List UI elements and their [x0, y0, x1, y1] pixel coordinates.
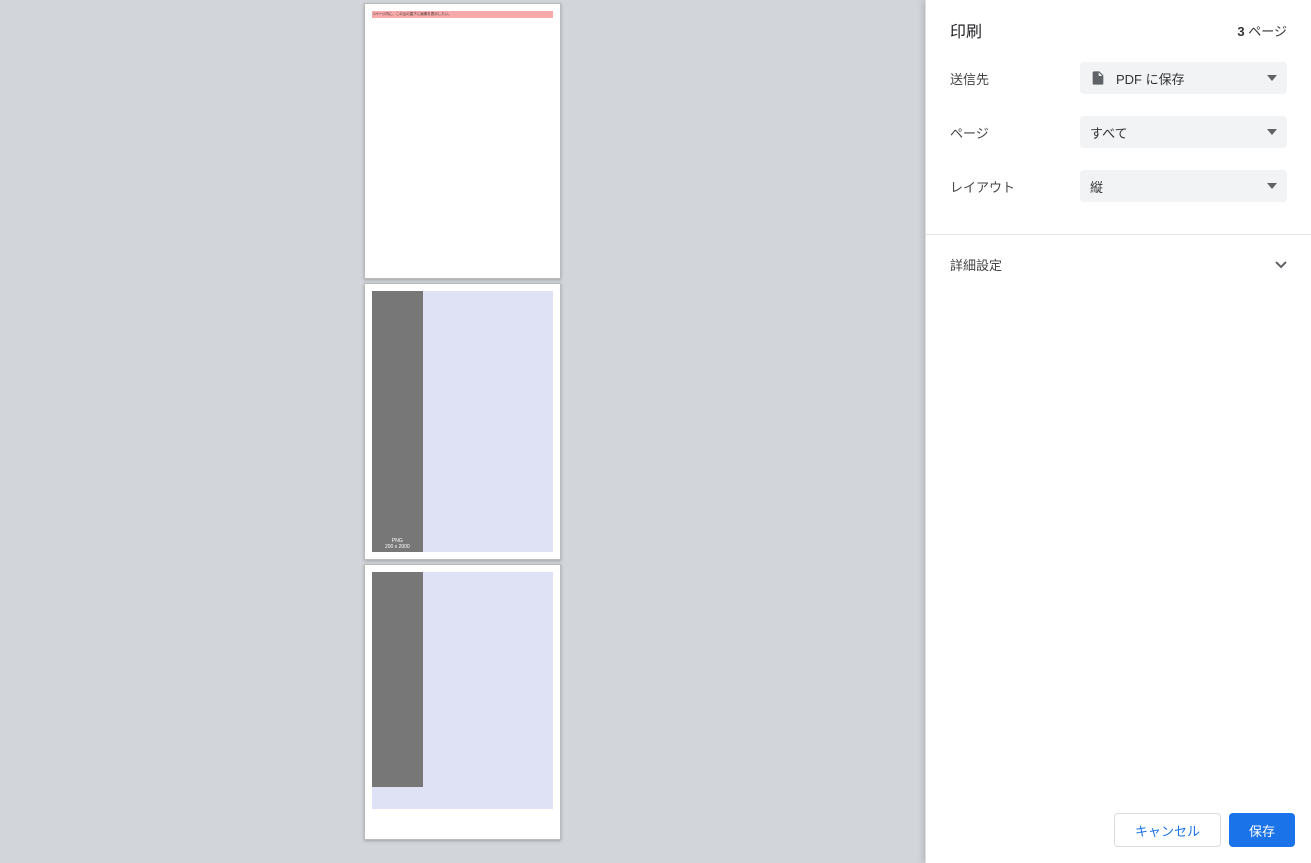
- advanced-settings-label: 詳細設定: [950, 255, 1002, 274]
- chevron-down-icon: [1275, 261, 1287, 269]
- dropdown-caret-icon: [1267, 129, 1277, 135]
- page-count-number: 3: [1237, 24, 1244, 39]
- preview-page-3: [364, 564, 561, 840]
- pages-label: ページ: [950, 123, 1080, 142]
- preview-image-block: [372, 572, 553, 809]
- destination-value: PDF に保存: [1116, 69, 1185, 88]
- page-count: 3 ページ: [1237, 21, 1287, 40]
- setting-row-destination: 送信先 PDF に保存: [950, 62, 1287, 94]
- destination-select[interactable]: PDF に保存: [1080, 62, 1287, 94]
- dropdown-caret-icon: [1267, 183, 1277, 189]
- preview-page-1: 1ページ内に、この山の直下に画像を表示したい。: [364, 3, 561, 279]
- sidebar-header: 印刷 3 ページ: [926, 0, 1311, 62]
- print-settings-sidebar: 印刷 3 ページ 送信先 PDF に保存 ページ すべて: [925, 0, 1311, 863]
- layout-value: 縦: [1090, 177, 1103, 196]
- pdf-file-icon: [1090, 70, 1106, 86]
- layout-label: レイアウト: [950, 177, 1080, 196]
- destination-label: 送信先: [950, 69, 1080, 88]
- setting-row-pages: ページ すべて: [950, 116, 1287, 148]
- image-dimensions-label: 200 x 2000: [372, 544, 423, 550]
- preview-image-placeholder: [372, 572, 423, 788]
- layout-select[interactable]: 縦: [1080, 170, 1287, 202]
- dialog-footer: キャンセル 保存: [926, 797, 1311, 863]
- page-count-suffix: ページ: [1245, 24, 1287, 39]
- pages-value: すべて: [1090, 123, 1128, 142]
- save-button[interactable]: 保存: [1229, 813, 1295, 847]
- dropdown-caret-icon: [1267, 75, 1277, 81]
- setting-row-layout: レイアウト 縦: [950, 170, 1287, 202]
- preview-image-block: PNG 200 x 2000: [372, 291, 553, 551]
- pages-select[interactable]: すべて: [1080, 116, 1287, 148]
- preview-page-2: PNG 200 x 2000: [364, 283, 561, 559]
- page1-highlight-text: 1ページ内に、この山の直下に画像を表示したい。: [372, 11, 553, 18]
- cancel-button[interactable]: キャンセル: [1114, 813, 1221, 847]
- dialog-title: 印刷: [950, 18, 982, 42]
- preview-image-placeholder: PNG 200 x 2000: [372, 291, 423, 551]
- print-preview-pane[interactable]: 1ページ内に、この山の直下に画像を表示したい。 PNG 200 x 2000: [0, 0, 925, 863]
- advanced-settings-toggle[interactable]: 詳細設定: [926, 235, 1311, 294]
